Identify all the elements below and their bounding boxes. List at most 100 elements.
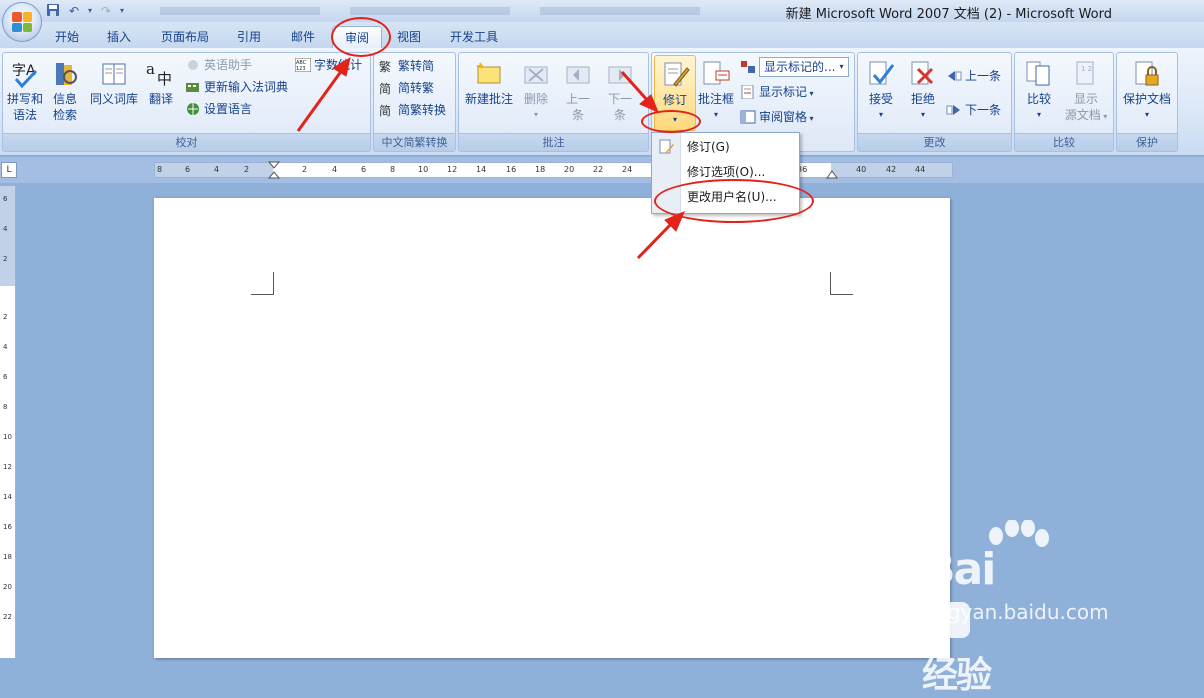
tab-insert[interactable]: 插入 — [96, 26, 142, 48]
word-count-button[interactable]: ABC 123 字数统计 — [294, 55, 362, 75]
tab-view[interactable]: 视图 — [386, 26, 432, 48]
set-language-label: 设置语言 — [204, 102, 253, 116]
svg-text:简: 简 — [379, 104, 391, 117]
research-button[interactable]: 信息 检索 — [47, 59, 83, 123]
thesaurus-label: 同义词库 — [89, 92, 138, 106]
protect-dropdown-icon: ▾ — [1144, 110, 1149, 119]
svg-text:简: 简 — [379, 82, 391, 95]
reject-label: 拒绝 — [910, 92, 935, 106]
spelling-grammar-button[interactable]: 字A 拼写和 语法 — [5, 59, 45, 123]
next-label-2: 条 — [613, 108, 626, 122]
simplified-to-traditional-button[interactable]: 简简转繁 — [379, 78, 434, 98]
right-indent-marker-icon[interactable] — [825, 168, 839, 180]
delete-dropdown-icon: ▾ — [533, 110, 538, 119]
show-source-label-2: 源文档 — [1064, 108, 1101, 122]
svg-text:a: a — [146, 60, 155, 78]
svg-text:繁: 繁 — [379, 59, 391, 73]
next-change-button[interactable]: 下一条 — [946, 100, 1001, 120]
previous-change-button[interactable]: 上一条 — [946, 66, 1001, 86]
globe-icon — [185, 102, 201, 116]
update-ime-dictionary-button[interactable]: 更新输入法词典 — [185, 77, 288, 97]
compare-button[interactable]: 比较 ▾ — [1019, 59, 1059, 123]
trad-simp-icon: 繁 — [379, 59, 395, 74]
annotation-oval-change-user — [654, 179, 814, 223]
tab-home[interactable]: 开始 — [44, 26, 90, 48]
undo-icon[interactable]: ↶ — [65, 3, 83, 19]
chinese-conversion-button[interactable]: 简简繁转换 — [379, 100, 446, 120]
next-change-icon — [946, 103, 962, 117]
indent-marker-icon[interactable] — [267, 160, 281, 182]
group-compare: 比较 ▾ 1 2 显示 源文档 ▾ 比较 — [1014, 52, 1114, 152]
tab-selector-button[interactable]: L — [1, 162, 17, 178]
show-markup-button[interactable]: 显示标记 ▾ — [740, 82, 814, 102]
save-icon[interactable] — [44, 3, 62, 19]
ruler-tick: 2 — [244, 165, 250, 174]
menu-item-track-changes[interactable]: 修订(G) — [652, 136, 799, 158]
redo-icon[interactable]: ↷ — [97, 3, 115, 19]
title-bar: ↶ ▾ ↷ ▾ 新建 Microsoft Word 2007 文档 (2) - … — [0, 0, 1204, 23]
ruler-tick: 6 — [361, 165, 367, 174]
compare-icon — [1024, 59, 1054, 89]
english-assistant-icon — [185, 58, 201, 72]
protect-document-icon — [1132, 59, 1162, 89]
qat-customize-icon[interactable]: ▾ — [118, 3, 126, 19]
research-books-icon — [50, 59, 80, 89]
previous-label-2: 条 — [571, 108, 584, 122]
ruler-tick: 18 — [535, 165, 546, 174]
ruler-tick: 2 — [302, 165, 308, 174]
balloons-label: 批注框 — [697, 92, 734, 106]
conversion-icon: 简 — [379, 103, 395, 118]
show-source-documents-button[interactable]: 1 2 显示 源文档 ▾ — [1063, 59, 1109, 125]
document-page[interactable] — [154, 198, 950, 658]
tab-developer[interactable]: 开发工具 — [440, 26, 508, 48]
vruler-tick: 20 — [3, 583, 12, 591]
tab-references[interactable]: 引用 — [226, 26, 272, 48]
vruler-tick: 18 — [3, 553, 12, 561]
vruler-tick: 14 — [3, 493, 12, 501]
track-changes-small-icon — [658, 139, 674, 155]
vruler-tick: 4 — [3, 225, 8, 233]
reject-icon — [908, 59, 938, 89]
ruler-tick: 10 — [418, 165, 429, 174]
tab-mailings[interactable]: 邮件 — [280, 26, 326, 48]
thesaurus-button[interactable]: 同义词库 — [87, 59, 141, 107]
office-button[interactable] — [2, 2, 42, 42]
balloons-dropdown-icon: ▾ — [713, 110, 718, 119]
ruler-tick: 22 — [593, 165, 604, 174]
ruler-tick: 12 — [447, 165, 458, 174]
display-for-review-icon — [740, 60, 756, 74]
accept-label: 接受 — [868, 92, 893, 106]
vruler-tick: 2 — [3, 313, 8, 321]
svg-text:123: 123 — [296, 66, 306, 72]
horizontal-ruler[interactable]: 8 6 4 2 2 4 6 8 10 12 14 16 18 20 22 24 … — [154, 161, 953, 180]
previous-comment-button[interactable]: 上一 条 — [559, 59, 597, 123]
accept-button[interactable]: 接受 ▾ — [862, 59, 900, 123]
ruler-tick: 16 — [506, 165, 517, 174]
vertical-ruler[interactable]: 6 4 2 2 4 6 8 10 12 14 16 18 20 22 — [0, 186, 16, 658]
menu-item-track-changes-label: 修订(G) — [687, 140, 730, 154]
undo-dropdown-icon[interactable]: ▾ — [86, 3, 94, 19]
reviewing-pane-button[interactable]: 审阅窗格 ▾ — [740, 107, 814, 127]
english-assistant-button[interactable]: 英语助手 — [185, 55, 252, 75]
combo-arrow-icon[interactable]: ▾ — [835, 58, 848, 76]
show-markup-label: 显示标记 — [759, 85, 808, 99]
protect-document-button[interactable]: 保护文档 ▾ — [1119, 59, 1175, 123]
group-label-protect: 保护 — [1117, 133, 1177, 151]
ruler-tick: 20 — [564, 165, 575, 174]
display-for-review-combo[interactable]: 显示标记的... ▾ — [759, 57, 849, 77]
delete-comment-button[interactable]: 删除 ▾ — [519, 59, 553, 123]
delete-label: 删除 — [523, 92, 548, 106]
vruler-tick: 12 — [3, 463, 12, 471]
translate-button[interactable]: a中 翻译 — [143, 59, 179, 107]
set-language-button[interactable]: 设置语言 — [185, 99, 252, 119]
balloons-button[interactable]: 批注框 ▾ — [696, 59, 736, 123]
balloons-icon — [701, 59, 731, 89]
traditional-to-simplified-button[interactable]: 繁繁转简 — [379, 56, 434, 76]
group-label-chinese-conversion: 中文简繁转换 — [374, 133, 455, 151]
new-comment-button[interactable]: 新建批注 — [461, 59, 517, 107]
ime-dictionary-icon — [185, 80, 201, 94]
reject-button[interactable]: 拒绝 ▾ — [904, 59, 942, 123]
next-comment-button[interactable]: 下一 条 — [601, 59, 639, 123]
ruler-tick: 8 — [390, 165, 396, 174]
tab-page-layout[interactable]: 页面布局 — [152, 26, 218, 48]
